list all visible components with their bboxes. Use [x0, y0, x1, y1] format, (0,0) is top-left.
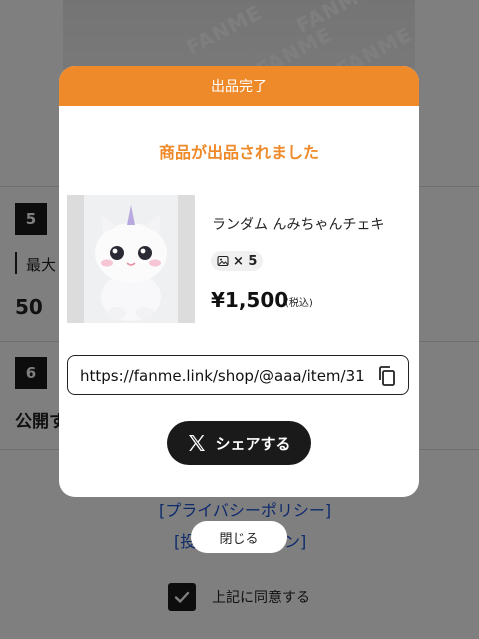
modal-title: 出品完了 [211, 79, 267, 95]
copy-icon [379, 366, 395, 386]
share-button-label: シェアする [215, 434, 291, 453]
tax-note: (税込) [285, 298, 313, 309]
product-price: ¥1,500 [211, 288, 289, 312]
share-url-input[interactable] [80, 365, 364, 387]
image-icon [217, 255, 229, 267]
product-name: ランダム んみちゃんチェキ [212, 217, 385, 233]
share-url-field [67, 355, 409, 395]
copy-url-button[interactable] [376, 365, 398, 387]
close-button[interactable]: 閉じる [191, 521, 287, 553]
listing-complete-modal: 出品完了 商品が出品されました ランダム んみちゃんチェキ × 5 ¥1,500… [59, 66, 419, 497]
unicorn-cat-illustration [67, 195, 195, 323]
x-logo-icon [189, 435, 206, 451]
modal-heading: 商品が出品されました [158, 143, 319, 162]
close-button-label: 閉じる [219, 531, 259, 547]
quantity-chip: × 5 [211, 251, 264, 271]
share-x-button[interactable]: シェアする [167, 421, 311, 465]
product-image [67, 195, 195, 323]
modal-header: 出品完了 [59, 66, 419, 106]
quantity-value: × 5 [233, 253, 258, 269]
